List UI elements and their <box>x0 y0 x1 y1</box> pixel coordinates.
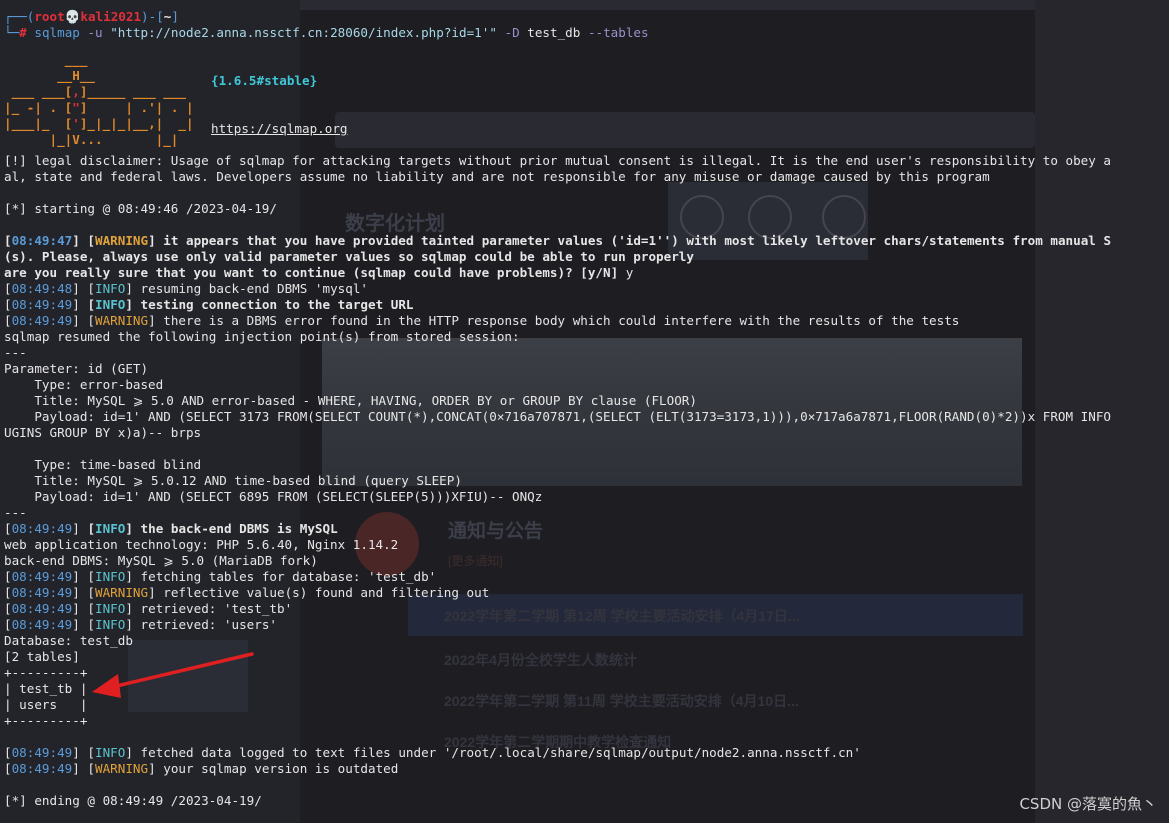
red-arrow-annotation <box>92 652 254 698</box>
csdn-watermark: CSDN @落寞的魚丶 <box>1019 795 1157 813</box>
